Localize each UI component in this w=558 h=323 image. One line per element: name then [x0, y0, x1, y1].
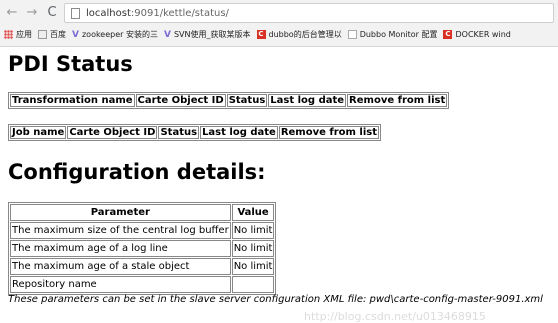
watermark: http://blog.csdn.net/u013468915 — [304, 310, 486, 323]
parameter-cell: The maximum size of the central log buff… — [10, 222, 231, 239]
configuration-table: Parameter Value The maximum size of the … — [8, 202, 277, 295]
nav-buttons: ← → C — [6, 3, 58, 23]
bookmark-zookeeper[interactable]: Vzookeeper 安装的三 — [72, 29, 158, 40]
bookmark-dubbo-admin[interactable]: Cdubbo的后台管理以 — [256, 29, 342, 40]
config-section-title: Configuration details: — [8, 160, 266, 184]
page-icon — [347, 29, 357, 39]
bookmark-baidu[interactable]: 百度 — [38, 29, 66, 40]
page-title: PDI Status — [8, 52, 133, 76]
column-header: Carte Object ID — [67, 126, 158, 139]
bookmark-apps[interactable]: 应用 — [4, 29, 32, 40]
bookmarks-bar: 应用 百度 Vzookeeper 安装的三 V SVN使用_获取某版本 Cdubb… — [4, 26, 511, 42]
address-bar[interactable]: localhost:9091/kettle/status/ — [64, 3, 554, 23]
value-cell: No limit — [231, 240, 275, 257]
csdn-icon: C — [256, 29, 266, 39]
apps-icon — [4, 29, 13, 39]
table-row: The maximum size of the central log buff… — [10, 222, 275, 239]
column-header: Status — [226, 94, 268, 107]
table-header-row: Job name Carte Object ID Status Last log… — [10, 126, 380, 139]
bookmark-docker[interactable]: C DOCKER wind — [443, 29, 511, 39]
v-icon: V — [72, 29, 79, 40]
parameter-cell: The maximum age of a stale object — [10, 258, 231, 275]
back-arrow-icon[interactable]: ← — [6, 4, 18, 22]
csdn-icon: C — [443, 29, 453, 39]
config-note: These parameters can be set in the slave… — [8, 294, 543, 305]
value-cell: No limit — [231, 258, 275, 275]
table-header-row: Transformation name Carte Object ID Stat… — [10, 94, 448, 107]
column-header: Remove from list — [347, 94, 448, 107]
table-row: The maximum age of a log line No limit — [10, 240, 275, 257]
column-header: Transformation name — [10, 94, 135, 107]
column-header: Last log date — [268, 94, 347, 107]
parameter-cell: The maximum age of a log line — [10, 240, 231, 257]
column-header: Job name — [10, 126, 67, 139]
table-row: The maximum age of a stale object No lim… — [10, 258, 275, 275]
v-icon: V — [163, 29, 171, 40]
browser-chrome: ← → C localhost:9091/kettle/status/ 应用 百… — [0, 0, 558, 47]
column-header: Value — [231, 204, 275, 221]
table-row: Repository name — [10, 276, 275, 293]
transformations-table: Transformation name Carte Object ID Stat… — [8, 92, 450, 109]
value-cell — [231, 276, 275, 293]
column-header: Carte Object ID — [135, 94, 226, 107]
column-header: Status — [158, 126, 200, 139]
jobs-table: Job name Carte Object ID Status Last log… — [8, 124, 382, 141]
reload-icon[interactable]: C — [46, 4, 58, 22]
page-icon — [71, 7, 80, 19]
bookmark-svn[interactable]: V SVN使用_获取某版本 — [164, 29, 251, 40]
table-header-row: Parameter Value — [10, 204, 275, 221]
column-header: Remove from list — [278, 126, 380, 139]
bookmark-dubbo-monitor[interactable]: Dubbo Monitor 配置 — [347, 29, 437, 40]
column-header: Last log date — [200, 126, 278, 139]
parameter-cell: Repository name — [10, 276, 231, 293]
forward-arrow-icon[interactable]: → — [26, 4, 38, 22]
value-cell: No limit — [231, 222, 275, 239]
url-text[interactable]: localhost:9091/kettle/status/ — [86, 8, 229, 19]
folder-icon — [38, 29, 47, 39]
column-header: Parameter — [10, 204, 231, 221]
